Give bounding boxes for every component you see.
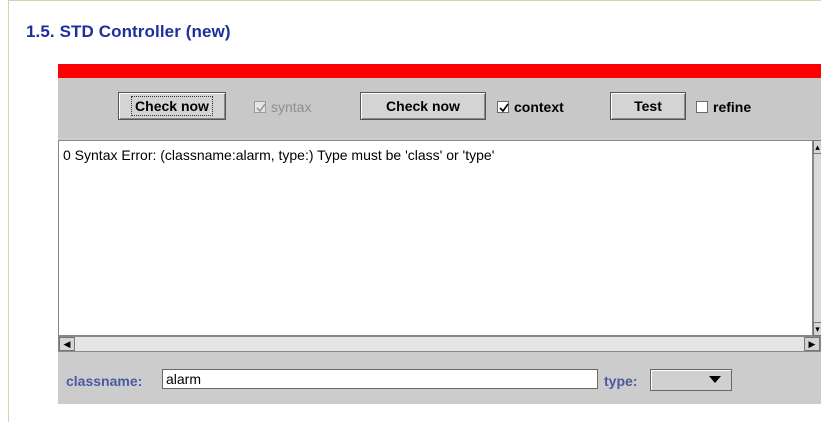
context-checkbox-label: context: [514, 99, 564, 115]
syntax-checkbox-label: syntax: [271, 99, 312, 115]
arrow-down-icon[interactable]: ▾: [813, 322, 821, 336]
toolbar: Check now syntax Check now context Test: [58, 78, 821, 138]
refine-checkbox-box: [696, 101, 708, 113]
check-icon: [499, 103, 509, 113]
horizontal-scrollbar[interactable]: ◀ ▶: [58, 336, 821, 352]
classname-input[interactable]: [162, 369, 598, 389]
arrow-right-icon[interactable]: ▶: [804, 337, 820, 351]
syntax-checkbox[interactable]: syntax: [254, 98, 311, 116]
form-row: classname: type:: [58, 360, 821, 404]
context-checkbox[interactable]: context: [497, 98, 564, 116]
classname-label: classname:: [66, 373, 143, 389]
type-select[interactable]: [650, 369, 732, 391]
refine-checkbox-label: refine: [713, 99, 752, 115]
std-controller-panel: Check now syntax Check now context Test: [58, 64, 821, 404]
vertical-scrollbar[interactable]: ▴ ▾: [813, 140, 821, 336]
type-label: type:: [604, 373, 638, 389]
refine-checkbox[interactable]: refine: [696, 98, 751, 116]
output-text: 0 Syntax Error: (classname:alarm, type:)…: [63, 147, 495, 163]
check-icon: [256, 103, 266, 113]
test-button-label: Test: [634, 98, 662, 114]
chevron-down-icon: [709, 376, 721, 383]
section-title: 1.5. STD Controller (new): [26, 22, 231, 41]
context-checkbox-box: [497, 101, 509, 113]
check-context-button[interactable]: Check now: [360, 92, 486, 120]
arrow-up-icon[interactable]: ▴: [813, 140, 821, 154]
accent-bar: [58, 64, 821, 78]
output-textarea[interactable]: 0 Syntax Error: (classname:alarm, type:)…: [58, 140, 813, 336]
check-syntax-button[interactable]: Check now: [118, 92, 226, 120]
check-syntax-button-label: Check now: [131, 96, 213, 116]
syntax-checkbox-box: [254, 101, 266, 113]
test-button[interactable]: Test: [610, 92, 686, 120]
arrow-left-icon[interactable]: ◀: [59, 337, 75, 351]
check-context-button-label: Check now: [386, 98, 460, 114]
